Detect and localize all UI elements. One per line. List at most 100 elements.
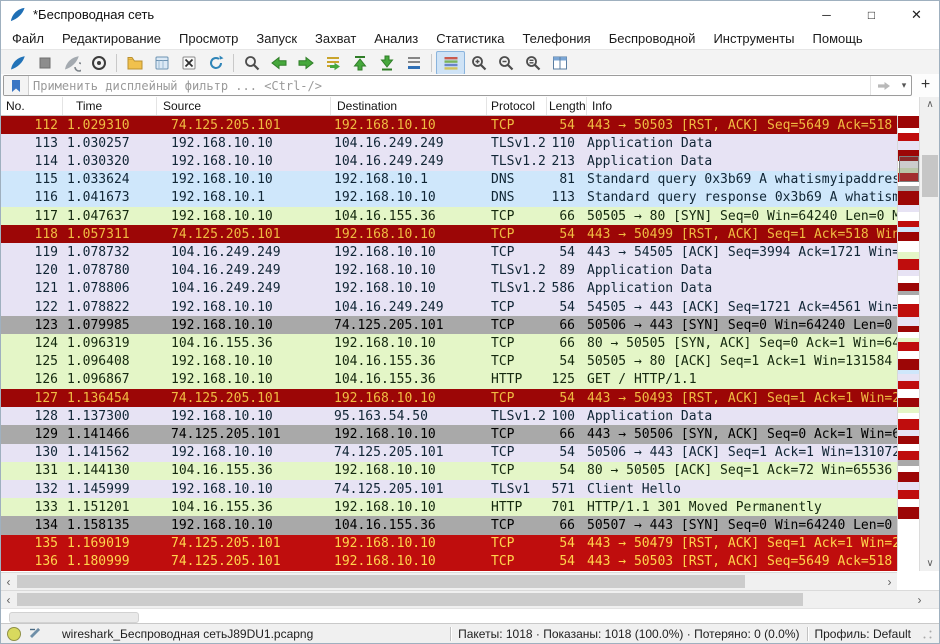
minimap-view-indicator[interactable]: [899, 156, 919, 182]
display-filter-input[interactable]: [29, 76, 870, 95]
packet-row-121[interactable]: 1211.078806104.16.249.249192.168.10.10TL…: [1, 280, 897, 298]
packet-row-131[interactable]: 1311.144130104.16.155.36192.168.10.10TCP…: [1, 462, 897, 480]
column-header-source[interactable]: Source: [157, 97, 331, 115]
packet-row-113[interactable]: 1131.030257192.168.10.10104.16.249.249TL…: [1, 134, 897, 152]
reload-file-button[interactable]: [202, 52, 229, 74]
open-file-button[interactable]: [121, 52, 148, 74]
close-button[interactable]: ✕: [894, 1, 939, 28]
menu-item-0[interactable]: Файл: [3, 29, 53, 48]
expert-info-icon[interactable]: [7, 627, 21, 641]
packet-row-116[interactable]: 1161.041673192.168.10.1192.168.10.10DNS1…: [1, 189, 897, 207]
resize-grip[interactable]: [920, 627, 933, 640]
packet-row-124[interactable]: 1241.096319104.16.155.36192.168.10.10TCP…: [1, 334, 897, 352]
packet-row-136[interactable]: 1361.18099974.125.205.101192.168.10.10TC…: [1, 553, 897, 571]
column-header-time[interactable]: Time: [63, 97, 157, 115]
maximize-button[interactable]: □: [849, 1, 894, 28]
packet-row-133[interactable]: 1331.151201104.16.155.36192.168.10.10HTT…: [1, 498, 897, 516]
menu-item-4[interactable]: Захват: [306, 29, 365, 48]
packet-row-126[interactable]: 1261.096867192.168.10.10104.16.155.36HTT…: [1, 371, 897, 389]
packet-row-123[interactable]: 1231.079985192.168.10.1074.125.205.101TC…: [1, 316, 897, 334]
packet-row-119[interactable]: 1191.078732104.16.249.249192.168.10.10TC…: [1, 243, 897, 261]
scroll-left-arrow[interactable]: ‹: [1, 573, 16, 590]
cell-no: 123: [1, 318, 63, 333]
cell-len: 66: [547, 336, 587, 351]
column-header-no[interactable]: No.: [1, 97, 63, 115]
packet-row-135[interactable]: 1351.16901974.125.205.101192.168.10.10TC…: [1, 535, 897, 553]
menu-item-6[interactable]: Статистика: [427, 29, 513, 48]
scroll-down-arrow[interactable]: ∨: [920, 556, 940, 571]
column-header-info[interactable]: Info: [587, 97, 897, 115]
find-packet-button[interactable]: [238, 52, 265, 74]
scroll-right-arrow[interactable]: ›: [912, 591, 927, 608]
minimap-stripe: [898, 398, 920, 407]
packet-row-134[interactable]: 1341.158135192.168.10.10104.16.155.36TCP…: [1, 516, 897, 534]
cell-time: 1.136454: [63, 391, 157, 406]
vertical-scrollbar-thumb[interactable]: [922, 155, 938, 197]
go-first-packet-button[interactable]: [346, 52, 373, 74]
stop-capture-button[interactable]: [31, 52, 58, 74]
zoom-out-button[interactable]: [492, 52, 519, 74]
go-next-packet-button[interactable]: [292, 52, 319, 74]
horizontal-scrollbar-list[interactable]: ‹ ›: [1, 572, 897, 590]
packet-row-122[interactable]: 1221.078822192.168.10.10104.16.249.249TC…: [1, 298, 897, 316]
menu-item-7[interactable]: Телефония: [513, 29, 599, 48]
packet-row-117[interactable]: 1171.047637192.168.10.10104.16.155.36TCP…: [1, 207, 897, 225]
capture-comment-icon[interactable]: [28, 627, 41, 640]
packet-minimap[interactable]: [897, 116, 920, 571]
menu-item-9[interactable]: Инструменты: [704, 29, 803, 48]
menu-item-3[interactable]: Запуск: [247, 29, 306, 48]
scroll-right-arrow[interactable]: ›: [882, 573, 897, 590]
filter-apply-button[interactable]: [870, 76, 897, 95]
packet-row-129[interactable]: 1291.14146674.125.205.101192.168.10.10TC…: [1, 425, 897, 443]
horizontal-scrollbar-pane[interactable]: ‹ ›: [1, 590, 939, 608]
packet-row-112[interactable]: 1121.02931074.125.205.101192.168.10.10TC…: [1, 116, 897, 134]
packet-row-114[interactable]: 1141.030320192.168.10.10104.16.249.249TL…: [1, 152, 897, 170]
scroll-up-arrow[interactable]: ∧: [920, 97, 940, 112]
go-last-packet-button[interactable]: [373, 52, 400, 74]
filter-bookmark-button[interactable]: [4, 76, 29, 95]
cell-info: 50506 → 443 [SYN] Seq=0 Win=64240 Len=0 …: [587, 318, 897, 333]
resize-columns-button[interactable]: [546, 52, 573, 74]
colorize-packets-button[interactable]: [436, 51, 465, 75]
packet-row-120[interactable]: 1201.078780104.16.249.249192.168.10.10TL…: [1, 262, 897, 280]
cell-dst: 104.16.155.36: [331, 354, 487, 369]
save-file-icon: [153, 54, 171, 72]
cell-src: 192.168.10.10: [157, 482, 331, 497]
close-file-button[interactable]: [175, 52, 202, 74]
menu-item-2[interactable]: Просмотр: [170, 29, 247, 48]
go-previous-packet-button[interactable]: [265, 52, 292, 74]
capture-options-button[interactable]: [85, 52, 112, 74]
cell-proto: TLSv1.2: [487, 281, 547, 296]
minimize-button[interactable]: ─: [804, 1, 849, 28]
filter-add-button[interactable]: +: [917, 76, 934, 93]
menu-item-10[interactable]: Помощь: [804, 29, 872, 48]
horizontal-scrollbar-thumb[interactable]: [17, 575, 745, 588]
cell-time: 1.030320: [63, 154, 157, 169]
restart-capture-button[interactable]: [58, 52, 85, 74]
save-file-button[interactable]: [148, 52, 175, 74]
vertical-scrollbar[interactable]: ∧ ∨: [919, 97, 940, 571]
scroll-left-arrow[interactable]: ‹: [1, 591, 16, 608]
column-header-length[interactable]: Length: [547, 97, 587, 115]
horizontal-scrollbar-thumb[interactable]: [17, 593, 803, 606]
menu-item-5[interactable]: Анализ: [365, 29, 427, 48]
packet-row-125[interactable]: 1251.096408192.168.10.10104.16.155.36TCP…: [1, 353, 897, 371]
packet-row-118[interactable]: 1181.05731174.125.205.101192.168.10.10TC…: [1, 225, 897, 243]
start-capture-button[interactable]: [4, 52, 31, 74]
column-header-destination[interactable]: Destination: [331, 97, 487, 115]
menu-item-1[interactable]: Редактирование: [53, 29, 170, 48]
menu-item-8[interactable]: Беспроводной: [600, 29, 705, 48]
zoom-reset-button[interactable]: [519, 52, 546, 74]
packet-row-127[interactable]: 1271.13645474.125.205.101192.168.10.10TC…: [1, 389, 897, 407]
packet-row-115[interactable]: 1151.033624192.168.10.10192.168.10.1DNS8…: [1, 171, 897, 189]
packet-row-130[interactable]: 1301.141562192.168.10.1074.125.205.101TC…: [1, 444, 897, 462]
go-to-packet-button[interactable]: [319, 52, 346, 74]
cell-len: 81: [547, 172, 587, 187]
filter-dropdown-button[interactable]: ▾: [897, 76, 911, 95]
packet-row-132[interactable]: 1321.145999192.168.10.1074.125.205.101TL…: [1, 480, 897, 498]
zoom-in-button[interactable]: [465, 52, 492, 74]
cell-len: 54: [547, 391, 587, 406]
column-header-protocol[interactable]: Protocol: [487, 97, 547, 115]
packet-row-128[interactable]: 1281.137300192.168.10.1095.163.54.50TLSv…: [1, 407, 897, 425]
auto-scroll-button[interactable]: [400, 52, 427, 74]
